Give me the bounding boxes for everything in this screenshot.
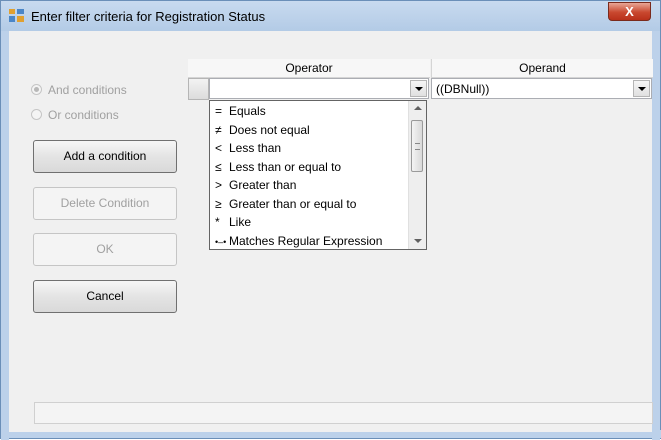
close-button[interactable]: X bbox=[608, 2, 651, 21]
radio-unselected-dot bbox=[31, 109, 42, 120]
chevron-down-icon[interactable] bbox=[410, 80, 427, 97]
option-label: Less than bbox=[229, 141, 282, 155]
status-bar bbox=[34, 402, 653, 424]
app-icon bbox=[9, 9, 24, 22]
operator-options: = Equals ≠ Does not equal < Less than ≤ Less… bbox=[210, 102, 410, 250]
operator-option-equals[interactable]: = Equals bbox=[210, 102, 410, 121]
operand-combobox[interactable]: ((DBNull)) bbox=[431, 78, 652, 99]
add-condition-button[interactable]: Add a condition bbox=[33, 140, 177, 173]
row-header[interactable] bbox=[188, 78, 209, 100]
operand-column-header[interactable]: Operand bbox=[431, 59, 653, 78]
operator-dropdown-list[interactable]: = Equals ≠ Does not equal < Less than ≤ Less… bbox=[209, 100, 427, 250]
option-label: Does not equal bbox=[229, 122, 310, 137]
option-label: Greater than or equal to bbox=[229, 196, 357, 211]
ok-button[interactable]: OK bbox=[33, 233, 177, 266]
and-conditions-label: And conditions bbox=[48, 83, 127, 97]
equals-icon: = bbox=[215, 104, 223, 118]
operator-option-less-or-equal[interactable]: ≤ Less than or equal to bbox=[210, 158, 410, 177]
option-label: Less than or equal to bbox=[229, 159, 342, 174]
operator-option-greater-than[interactable]: > Greater than bbox=[210, 176, 410, 195]
less-than-icon: < bbox=[215, 141, 223, 155]
operator-option-greater-or-equal[interactable]: ≥ Greater than or equal to bbox=[210, 195, 410, 214]
window-frame-right bbox=[652, 31, 660, 440]
delete-condition-button[interactable]: Delete Condition bbox=[33, 187, 177, 220]
operator-option-like[interactable]: * Like bbox=[210, 213, 410, 232]
operator-combobox[interactable] bbox=[209, 78, 429, 99]
scroll-down-icon[interactable] bbox=[414, 239, 422, 243]
not-equal-icon: ≠ bbox=[215, 122, 222, 137]
asterisk-icon: * bbox=[215, 215, 220, 229]
dialog-client-area: And conditions Or conditions Add a condi… bbox=[9, 31, 653, 432]
option-label: Greater than bbox=[229, 178, 297, 192]
less-or-equal-icon: ≤ bbox=[215, 159, 222, 174]
greater-than-icon: > bbox=[215, 178, 223, 192]
dropdown-scrollbar[interactable] bbox=[408, 101, 426, 249]
operand-value: ((DBNull)) bbox=[436, 82, 490, 96]
grip-icon bbox=[415, 143, 420, 150]
or-conditions-label: Or conditions bbox=[48, 108, 119, 122]
operator-option-regex[interactable]: •–• Matches Regular Expression bbox=[210, 232, 410, 251]
operator-option-less-than[interactable]: < Less than bbox=[210, 139, 410, 158]
window-title: Enter filter criteria for Registration S… bbox=[31, 9, 266, 24]
title-bar[interactable]: Enter filter criteria for Registration S… bbox=[1, 1, 660, 31]
option-label: Like bbox=[229, 215, 252, 229]
window-frame-left bbox=[1, 31, 9, 440]
operator-column-header[interactable]: Operator bbox=[188, 59, 430, 78]
greater-or-equal-icon: ≥ bbox=[215, 196, 222, 211]
scrollbar-thumb[interactable] bbox=[411, 120, 423, 172]
option-label: Matches Regular Expression bbox=[229, 233, 383, 248]
filter-dialog: Enter filter criteria for Registration S… bbox=[0, 0, 661, 440]
cancel-button[interactable]: Cancel bbox=[33, 280, 177, 313]
option-label: Equals bbox=[229, 104, 266, 118]
radio-selected-dot bbox=[31, 84, 42, 95]
chevron-down-icon[interactable] bbox=[633, 80, 650, 97]
operator-option-not-equal[interactable]: ≠ Does not equal bbox=[210, 121, 410, 140]
regex-icon: •–• bbox=[215, 236, 227, 247]
scroll-up-icon[interactable] bbox=[414, 106, 422, 110]
